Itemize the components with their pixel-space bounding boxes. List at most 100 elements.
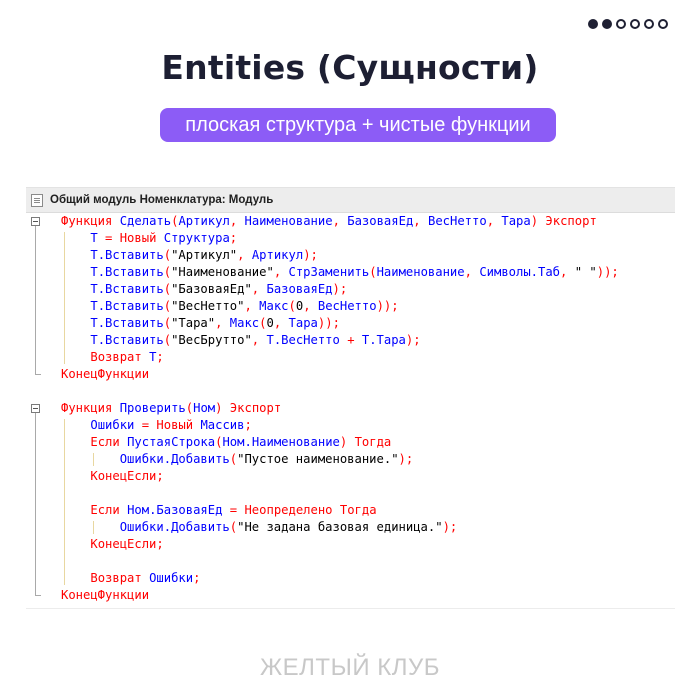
code-line: Т = Новый Структура; — [26, 230, 675, 247]
subtitle-text: плоская структура + чистые функции — [185, 113, 531, 136]
code-token: + — [339, 333, 362, 347]
code-line: Т.Вставить("Тара", Макс(0, Тара)); — [26, 315, 675, 332]
code-token: БазоваяЕд — [266, 282, 333, 296]
fold-toggle-icon[interactable] — [31, 217, 40, 226]
code-token: ; — [193, 571, 201, 585]
code-token: Неопределено — [244, 503, 333, 517]
code-token: "БазоваяЕд" — [171, 282, 252, 296]
code-token: Т.Тара — [361, 333, 406, 347]
code-token: ); — [405, 333, 421, 347]
code-token: Функция — [61, 401, 113, 415]
code-token: Наименование — [376, 265, 465, 279]
slide-title: Entities (Сущности) — [161, 48, 539, 87]
code-token: Т.Вставить — [90, 265, 164, 279]
code-token: ) — [530, 214, 539, 228]
code-token: "Не задана базовая единица." — [237, 520, 443, 534]
code-token: "Пустое наименование." — [237, 452, 399, 466]
code-token: Т — [90, 231, 98, 245]
code-token: Т.Вставить — [90, 282, 164, 296]
fold-guide — [35, 413, 36, 596]
code-token: Наименование — [244, 214, 333, 228]
editor-title: Общий модуль Номенклатура: Модуль — [50, 194, 274, 206]
fold-toggle-icon[interactable] — [31, 404, 40, 413]
code-line: Возврат Т; — [26, 349, 675, 366]
pagination-dot — [630, 19, 640, 29]
code-token: " " — [574, 265, 597, 279]
code-token: , — [237, 248, 252, 262]
code-token: ; — [229, 231, 238, 245]
code-token: Проверить — [119, 401, 186, 415]
pagination-dot — [602, 19, 612, 29]
code-token: Ном.БазоваяЕд — [127, 503, 223, 517]
code-token: Сделать — [119, 214, 172, 228]
code-token: , — [273, 265, 289, 279]
code-token: ( — [259, 316, 267, 330]
code-token: ( — [163, 282, 172, 296]
fold-guide-end — [35, 374, 41, 375]
code-line: Т.Вставить("ВесНетто", Макс(0, ВесНетто)… — [26, 298, 675, 315]
code-line: Ошибки = Новый Массив; — [26, 417, 675, 434]
code-token: 0 — [266, 316, 274, 330]
code-token: Макс — [259, 299, 289, 313]
code-token: "ВесНетто" — [171, 299, 245, 313]
indent-guide — [93, 521, 95, 534]
code-token: ( — [185, 401, 194, 415]
code-token: = — [222, 503, 245, 517]
fold-guide — [35, 226, 36, 375]
code-token: , — [229, 214, 245, 228]
code-token: Ном.Наименование — [222, 435, 340, 449]
code-token: "Тара" — [171, 316, 216, 330]
code-token: Макс — [229, 316, 260, 330]
code-token: Тогда — [339, 503, 377, 517]
code-token: ; — [244, 418, 252, 432]
code-line: Т.Вставить("БазоваяЕд", БазоваяЕд); — [26, 281, 675, 298]
code-token: Т.Вставить — [90, 299, 164, 313]
code-line: Ошибки.Добавить("Не задана базовая едини… — [26, 519, 675, 536]
code-line: Функция Сделать(Артикул, Наименование, Б… — [26, 213, 675, 230]
code-area[interactable]: Функция Сделать ( Артикул, Наименование, Б… — [26, 213, 675, 604]
code-token: ВесНетто — [317, 299, 377, 313]
code-token: Ошибки.Добавить — [119, 452, 230, 466]
pagination-dots — [588, 19, 668, 29]
code-token: Новый — [119, 231, 157, 245]
code-editor-window: Общий модуль Номенклатура: Модуль Функци… — [26, 187, 675, 609]
code-token: ( — [229, 520, 238, 534]
code-token: "Артикул" — [171, 248, 238, 262]
code-token: , — [413, 214, 428, 228]
code-token: Если — [90, 435, 120, 449]
code-token: Т.Вставить — [90, 316, 164, 330]
code-token: )); — [596, 265, 619, 279]
code-token: ); — [303, 248, 318, 262]
code-token: , — [251, 333, 267, 347]
pagination-dot — [644, 19, 654, 29]
code-token: ( — [163, 299, 172, 313]
code-token: ( — [229, 452, 238, 466]
code-token: = — [97, 231, 120, 245]
code-token: Тара — [501, 214, 531, 228]
code-line: Т.Вставить("Артикул", Артикул); — [26, 247, 675, 264]
code-token: Артикул — [251, 248, 304, 262]
code-token: ); — [398, 452, 414, 466]
code-token: ; — [156, 469, 164, 483]
code-line: КонецЕсли; — [26, 468, 675, 485]
code-token: , — [464, 265, 480, 279]
code-token: Если — [90, 503, 120, 517]
